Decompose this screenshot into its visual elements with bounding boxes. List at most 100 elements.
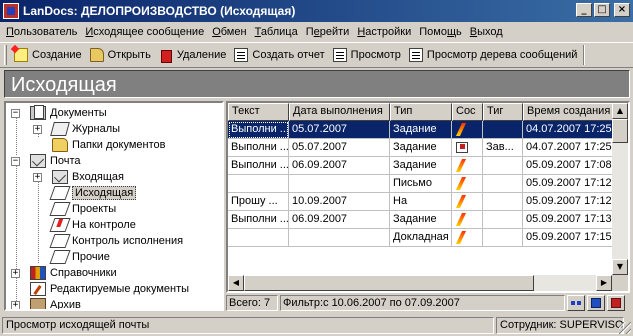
table-cell: Задание [390, 121, 452, 139]
column-header[interactable]: Сос [452, 103, 483, 121]
view-button[interactable]: Просмотр [329, 44, 405, 66]
tree-item[interactable]: На контроле [49, 217, 136, 233]
table-row[interactable]: Прошу ... 10.09.2007 На 05.09.2007 17:12:5 [228, 193, 616, 211]
open-button[interactable]: Открыть [86, 44, 155, 66]
lightning-icon [457, 213, 467, 226]
menu-accelerator: П [6, 25, 14, 38]
scroll-right-button[interactable]: ▶ [596, 275, 612, 291]
tree-expander[interactable]: + [33, 125, 42, 134]
view-label: Просмотр [350, 49, 401, 61]
table-cell [483, 121, 523, 139]
create-icon [14, 48, 28, 62]
delete-icon [159, 48, 173, 63]
column-header[interactable]: Текст [228, 103, 289, 121]
tree-item[interactable]: Исходящая [49, 185, 137, 201]
menu-item-7[interactable]: Выход [466, 26, 507, 38]
column-header[interactable]: Дата выполнения [289, 103, 390, 121]
folder-icon [52, 138, 68, 152]
tree-item[interactable]: Архив [30, 297, 81, 311]
tree-item-label: Архив [50, 299, 81, 311]
table-row[interactable]: Выполни ... 05.07.2007 Задание Зав... 04.07.… [228, 139, 616, 157]
table-row[interactable]: Выполни ... 05.07.2007 Задание 04.07.2007 1… [228, 121, 616, 139]
menu-item-6[interactable]: Помощь [415, 26, 466, 38]
open-label: Открыть [107, 49, 151, 61]
tree-item[interactable]: Проекты [49, 201, 116, 217]
toolbar-separator [583, 45, 586, 65]
delete-button[interactable]: Удаление [155, 44, 231, 66]
scroll-down-button[interactable]: ▼ [612, 259, 628, 275]
menu-item-0[interactable]: Пользователь [2, 26, 81, 38]
close-button[interactable]: × [614, 3, 630, 17]
scroll-left-button[interactable]: ◀ [228, 275, 244, 291]
table-cell [228, 175, 289, 193]
menu-item-4[interactable]: Перейти [302, 26, 354, 38]
column-header[interactable]: Тиг [483, 103, 523, 121]
tree-item-label: Документы [50, 107, 107, 119]
create-button[interactable]: Создание [10, 44, 86, 66]
tree-item[interactable]: Входящая [52, 169, 124, 185]
lightning-icon [457, 195, 467, 208]
tree-item[interactable]: Папки документов [52, 137, 165, 153]
window-title: LanDocs: ДЕЛОПРОИЗВОДСТВО (Исходящая) [23, 4, 296, 18]
print-button[interactable] [587, 295, 605, 311]
tree-expander[interactable]: − [11, 109, 20, 118]
table-cell: 05.07.2007 [289, 139, 390, 157]
scroll-up-button[interactable]: ▲ [612, 103, 628, 119]
create-report-button[interactable]: Создать отчет [230, 44, 328, 66]
tree-item[interactable]: Документы [30, 105, 107, 121]
tree-item[interactable]: Почта [30, 153, 81, 169]
menu-item-5[interactable]: Настройки [353, 26, 415, 38]
menu-accelerator: О [212, 25, 221, 38]
folder-tree[interactable]: − Документы + Журналы Папки документов − Почта… [4, 101, 224, 311]
table-cell: Письмо [390, 175, 452, 193]
horizontal-scroll-thumb[interactable] [244, 275, 534, 291]
tree-expander[interactable]: − [11, 157, 20, 166]
table-row[interactable]: Докладная 05.09.2007 17:15:1 [228, 229, 616, 247]
horizontal-scrollbar[interactable]: ◀ ▶ [228, 275, 612, 291]
maximize-button[interactable]: □ [594, 3, 610, 17]
title-bar[interactable]: LanDocs: ДЕЛОПРОИЗВОДСТВО (Исходящая) _ … [0, 0, 633, 22]
control-icon [49, 218, 71, 232]
minimize-button[interactable]: _ [576, 3, 592, 17]
table-row[interactable]: Письмо 05.09.2007 17:12:1 [228, 175, 616, 193]
other-icon [49, 250, 71, 264]
status-message: Просмотр исходящей почты [2, 317, 494, 334]
print-cancel-button[interactable] [607, 295, 625, 311]
tree-expander[interactable]: + [11, 269, 20, 278]
resize-grip[interactable] [619, 322, 631, 334]
tree-item[interactable]: Прочие [49, 249, 110, 265]
inbox-icon [52, 170, 68, 184]
tree-connector [16, 117, 17, 155]
table-row[interactable]: Выполни ... 06.09.2007 Задание 05.09.2007 1… [228, 211, 616, 229]
table-row[interactable]: Выполни ... 06.09.2007 Задание 05.09.2007 1… [228, 157, 616, 175]
tree-item[interactable]: Справочники [30, 265, 117, 281]
table-cell: 05.09.2007 17:08:1 [523, 157, 616, 175]
vertical-scroll-thumb[interactable] [612, 119, 628, 143]
tree-item-label: Справочники [50, 267, 117, 279]
tree-expander[interactable]: + [11, 301, 20, 309]
tree-expander[interactable]: + [33, 173, 42, 182]
column-header[interactable]: Время создания [523, 103, 616, 121]
messages-grid[interactable]: Текст Дата выполнения Тип Сос Тиг Время созда… [226, 101, 630, 293]
tree-item[interactable]: Контроль исполнения [49, 233, 183, 249]
navigate-button[interactable] [567, 295, 585, 311]
arrows-icon [571, 301, 581, 305]
menu-text: ь [456, 25, 462, 38]
tree-item-label: Редактируемые документы [50, 283, 190, 295]
tree-item-label: Журналы [72, 123, 121, 135]
filter-info: Фильтр:с 10.06.2007 по 07.09.2007 [280, 295, 565, 311]
menu-text: П [305, 25, 314, 38]
column-header[interactable]: Тип [390, 103, 452, 121]
toolbar-grip[interactable] [4, 45, 7, 65]
menu-item-3[interactable]: Таблица [251, 26, 302, 38]
menu-item-1[interactable]: Исходящее сообщение [81, 26, 208, 38]
table-cell: 05.09.2007 17:15:1 [523, 229, 616, 247]
table-cell: На [390, 193, 452, 211]
status-cell [452, 211, 483, 229]
menu-text: ыход [477, 25, 503, 38]
menu-item-2[interactable]: Обмен [208, 26, 250, 38]
tree-item[interactable]: Редактируемые документы [30, 281, 189, 297]
vertical-scrollbar[interactable]: ▲ ▼ [612, 103, 628, 275]
view-tree-button[interactable]: Просмотр дерева сообщений [405, 44, 582, 66]
tree-item[interactable]: Журналы [50, 121, 121, 137]
